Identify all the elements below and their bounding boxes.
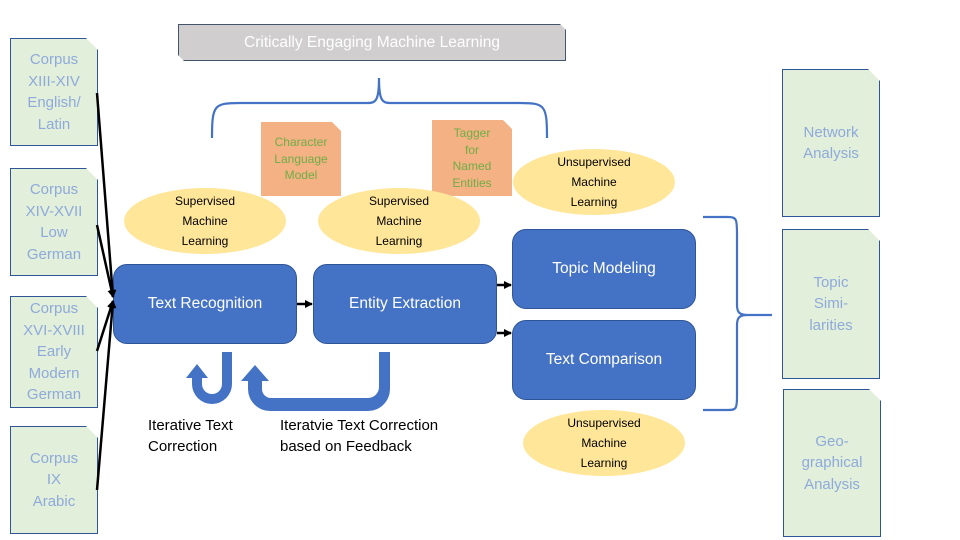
text-line: Model: [284, 168, 318, 183]
arrow-corpus-3: [95, 300, 115, 352]
text-line: Low: [40, 224, 68, 241]
text-line: Unsupervised: [567, 416, 641, 430]
corpus-doc-1-text: Corpus XIII-XIV English/ Latin: [27, 49, 80, 135]
text-line: Geo-: [815, 432, 849, 450]
text-line: Corpus: [29, 51, 79, 68]
text-line: Arabic: [32, 492, 76, 510]
process-text-comparison: Text Comparison: [512, 320, 696, 400]
ml-ellipse-unsupervised-1: Unsupervised Machine Learning: [513, 149, 675, 215]
arrow-corpus-4: [95, 300, 117, 491]
process-text-recognition: Text Recognition: [113, 264, 297, 344]
text-line: larities: [809, 316, 853, 334]
text-line: based on Feedback: [280, 438, 412, 455]
text-line: Corpus: [29, 449, 79, 467]
text-line: for: [464, 142, 479, 157]
caption-feedback-correction: Iteratvie Text Correction based on Feedb…: [280, 415, 438, 457]
text-line: Latin: [37, 115, 71, 133]
text-line: Machine: [581, 436, 627, 450]
process-label: Topic Modeling: [552, 260, 656, 277]
text-line: Iterative Text: [148, 417, 233, 434]
text-line: Correction: [148, 438, 218, 455]
ml-ellipse-supervised-1: Supervised Machine Learning: [124, 188, 286, 254]
corpus-doc-2-text: Corpus XIV-XVII Low German: [26, 179, 83, 265]
corpus-doc-2: Corpus XIV-XVII Low German: [10, 168, 98, 276]
arrow-corpus-1: [95, 92, 117, 298]
output-doc-topic-similarities: Topic Simi- larities: [782, 229, 880, 379]
ml-ellipse-unsupervised-2: Unsupervised Machine Learning: [523, 410, 685, 476]
text-line: Iteratvie Text Correction: [280, 417, 439, 434]
corpus-doc-3-text: Corpus XVI-XVIII Early Modern German: [23, 298, 85, 406]
title-banner-text: Critically Engaging Machine Learning: [244, 33, 500, 51]
text-line: Supervised: [174, 194, 236, 208]
text-line: Supervised: [368, 194, 430, 208]
process-topic-modeling: Topic Modeling: [512, 229, 696, 309]
text-line: Machine: [182, 214, 228, 228]
right-brace: [703, 215, 772, 412]
text-line: graphical: [801, 454, 863, 472]
process-label: Text Comparison: [545, 351, 663, 368]
text-line: Corpus: [29, 181, 79, 198]
ml-ellipse-supervised-2: Supervised Machine Learning: [318, 188, 480, 254]
text-line: IX: [46, 471, 62, 489]
corpus-doc-4: Corpus IX Arabic: [10, 426, 98, 534]
text-line: XIV-XVII: [25, 202, 83, 220]
text-line: Simi-: [813, 295, 849, 313]
output-doc-network-analysis: Network Analysis: [782, 69, 880, 217]
output-doc-geographical-analysis: Geo- graphical Analysis: [783, 389, 881, 537]
text-line: Topic: [813, 273, 849, 291]
text-line: German: [26, 386, 82, 404]
text-line: Named: [452, 159, 492, 173]
corpus-doc-1: Corpus XIII-XIV English/ Latin: [10, 38, 98, 146]
process-label: Entity Extraction: [349, 295, 461, 312]
arrow-corpus-2: [95, 224, 116, 298]
text-line: German: [26, 245, 82, 263]
corpus-doc-4-text: Corpus IX Arabic: [30, 448, 78, 513]
title-banner: Critically Engaging Machine Learning: [178, 24, 566, 61]
text-line: Early: [36, 343, 72, 361]
caption-iterative-correction: Iterative Text Correction: [148, 415, 233, 457]
text-line: Learning: [580, 456, 628, 470]
text-line: Machine: [376, 214, 422, 228]
text-line: English/: [27, 94, 81, 111]
text-line: XVI-XVIII: [23, 321, 85, 339]
model-doc-named-entity-tagger: Tagger for Named Entities: [432, 120, 512, 196]
text-line: XIII-XIV: [28, 72, 80, 90]
model-doc-character-language: Character Language Model: [261, 122, 341, 196]
loop-arrow-iterative: [186, 352, 232, 404]
text-line: Corpus: [29, 300, 79, 318]
text-line: Learning: [375, 234, 423, 248]
text-line: Learning: [570, 195, 618, 209]
process-label: Text Recognition: [147, 295, 263, 312]
text-line: Learning: [181, 234, 229, 248]
text-line: Analysis: [804, 475, 860, 493]
text-line: Tagger: [453, 126, 491, 140]
text-line: Entities: [452, 175, 492, 190]
text-line: Machine: [571, 175, 617, 189]
text-line: Modern: [28, 364, 80, 382]
process-entity-extraction: Entity Extraction: [313, 264, 497, 344]
text-line: Language: [274, 151, 328, 166]
loop-arrow-feedback: [241, 352, 390, 411]
text-line: Character: [274, 135, 328, 150]
text-line: Analysis: [803, 145, 859, 162]
text-line: Network: [803, 123, 859, 141]
text-line: Unsupervised: [557, 155, 631, 169]
corpus-doc-3: Corpus XVI-XVIII Early Modern German: [10, 296, 98, 408]
